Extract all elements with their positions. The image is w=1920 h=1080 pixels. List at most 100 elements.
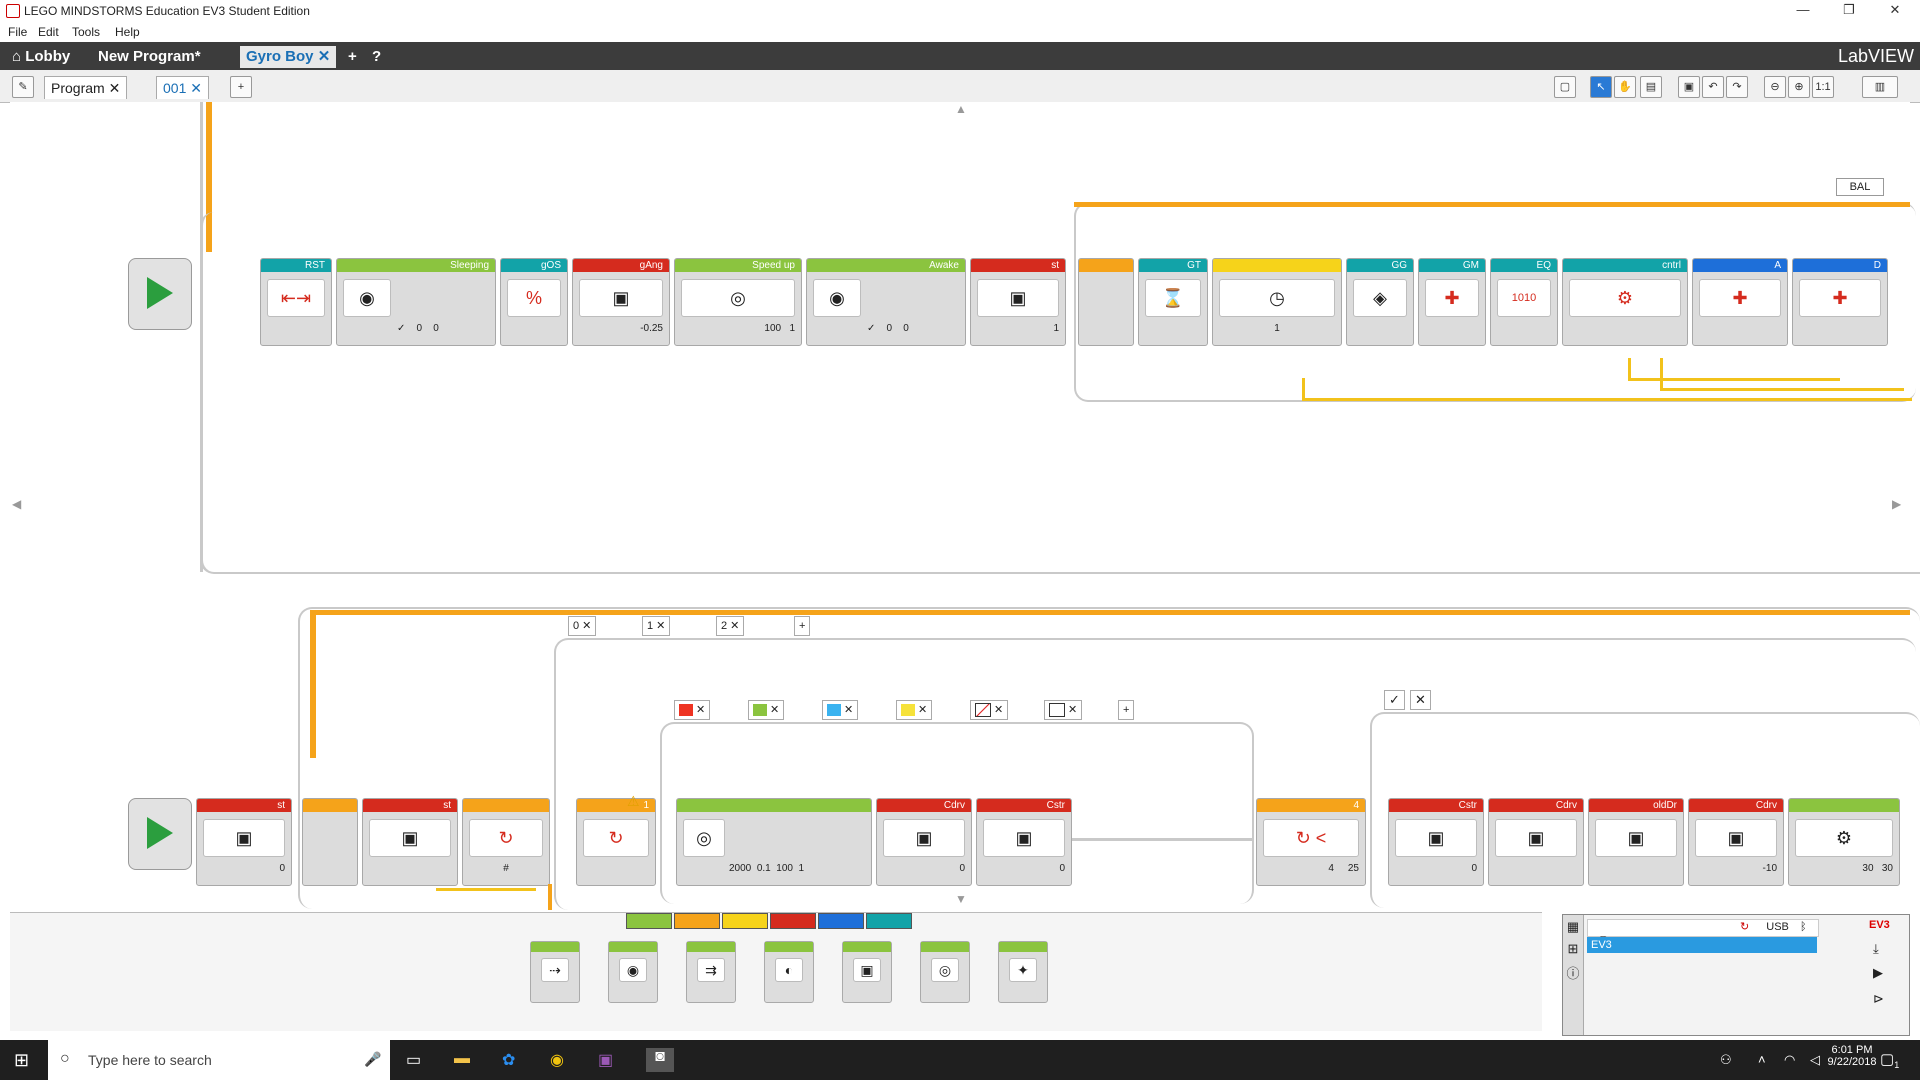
param-y[interactable]: 0 xyxy=(903,323,909,334)
color-case-red[interactable]: ✕ xyxy=(674,700,711,720)
block-cdrv[interactable]: Cdrv ▣ 0 xyxy=(876,798,972,886)
close-button[interactable]: ✕ xyxy=(1872,0,1918,22)
param-threshold[interactable]: 25 xyxy=(1348,863,1359,874)
app-icon[interactable]: ✿ xyxy=(502,1050,515,1070)
select-tool-icon[interactable]: ↖ xyxy=(1590,76,1612,98)
param-value[interactable]: -0.25 xyxy=(579,319,663,339)
param-timer-id[interactable]: 1 xyxy=(1219,319,1335,339)
block-st-write[interactable]: st ▣ 0 xyxy=(196,798,292,886)
available-bricks-icon[interactable]: ⓘ xyxy=(1563,963,1583,982)
color-case-yellow[interactable]: ✕ xyxy=(896,700,933,720)
scroll-left-arrow[interactable]: ◀ xyxy=(12,497,21,511)
color-case-green[interactable]: ✕ xyxy=(748,700,785,720)
block-gang[interactable]: gAng ▣ -0.25 xyxy=(572,258,670,346)
block-rst[interactable]: RST ⇤⇥ xyxy=(260,258,332,346)
download-run-icon[interactable]: ▶ xyxy=(1873,965,1883,981)
block-gt[interactable]: GT ⌛ xyxy=(1138,258,1208,346)
maximize-button[interactable]: ❐ xyxy=(1826,0,1872,22)
block-cdrv-2[interactable]: Cdrv ▣ xyxy=(1488,798,1584,886)
block-gos[interactable]: gOS % xyxy=(500,258,568,346)
zoom-out-icon[interactable]: ⊖ xyxy=(1764,76,1786,98)
param-number[interactable]: # xyxy=(469,859,543,879)
start-block[interactable] xyxy=(128,258,192,330)
tab-lobby[interactable]: ⌂ Lobby xyxy=(6,46,76,68)
taskbar-search[interactable]: ○ Type here to search 🎤 xyxy=(48,1040,390,1080)
block-speed-up-sound[interactable]: Speed up ◎ 100 1 xyxy=(674,258,802,346)
switch-false-tab[interactable]: ✕ xyxy=(1410,690,1431,710)
color-case-none[interactable]: ✕ xyxy=(970,700,1009,720)
case-tab-2[interactable]: 2 ✕ xyxy=(716,616,745,636)
usb-tab[interactable]: USB xyxy=(1766,921,1789,933)
block-sleeping-display[interactable]: Sleeping ◉ ✓ 0 0 xyxy=(336,258,496,346)
param-volume[interactable]: 100 xyxy=(764,323,781,334)
tab-program[interactable]: Program ✕ xyxy=(44,76,128,99)
zoom-reset-icon[interactable]: 1:1 xyxy=(1812,76,1834,98)
menu-help[interactable]: Help xyxy=(115,25,140,39)
content-editor-icon[interactable]: ▢ xyxy=(1554,76,1576,98)
param-frequency[interactable]: 2000 xyxy=(729,863,751,874)
param-value[interactable]: 0 xyxy=(203,859,285,879)
microphone-icon[interactable]: 🎤 xyxy=(364,1051,381,1068)
notification-icon[interactable]: ▢1 xyxy=(1880,1050,1899,1070)
redo-icon[interactable]: ↷ xyxy=(1726,76,1748,98)
param-value[interactable]: 0 xyxy=(883,859,965,879)
tab-gyro-boy[interactable]: Gyro Boy ✕ xyxy=(240,46,337,68)
menu-tools[interactable]: Tools xyxy=(72,25,100,39)
twitch-icon[interactable]: ▣ xyxy=(598,1050,613,1070)
block-st[interactable]: st ▣ 1 xyxy=(970,258,1066,346)
comment-tool-icon[interactable]: ▤ xyxy=(1640,76,1662,98)
search-input[interactable]: Type here to search xyxy=(88,1052,212,1068)
block-cstr-2[interactable]: Cstr ▣ 0 xyxy=(1388,798,1484,886)
download-icon[interactable]: ⤓ xyxy=(1873,941,1879,957)
param-play-type[interactable]: 1 xyxy=(799,863,805,874)
save-icon[interactable]: ▣ xyxy=(1678,76,1700,98)
add-project-button[interactable]: + xyxy=(342,46,363,68)
block-motor-a[interactable]: A ✚ xyxy=(1692,258,1788,346)
palette-block-medium-motor[interactable]: ◐ xyxy=(764,941,814,1003)
refresh-icon[interactable]: ↻ xyxy=(1740,921,1749,933)
block-gm[interactable]: GM ✚ xyxy=(1418,258,1486,346)
close-icon[interactable]: ✕ xyxy=(190,80,202,96)
close-icon[interactable]: ✕ xyxy=(109,80,121,96)
task-view-icon[interactable]: ▭ xyxy=(406,1050,421,1070)
param-clear[interactable]: ✓ xyxy=(867,323,875,334)
block-eq[interactable]: EQ 1010 xyxy=(1490,258,1558,346)
block-motor-d[interactable]: D ✚ xyxy=(1792,258,1888,346)
block-st-read[interactable]: st ▣ xyxy=(362,798,458,886)
people-icon[interactable]: ⚇ xyxy=(1720,1052,1732,1068)
param-value[interactable]: 0 xyxy=(983,859,1065,879)
robot-educator-icon[interactable]: ▥ xyxy=(1862,76,1898,98)
loop-name-label[interactable]: BAL xyxy=(1836,178,1884,196)
block-medium-motor[interactable]: ⚙ 30 30 xyxy=(1788,798,1900,886)
port-view-icon[interactable]: ⊞ xyxy=(1563,941,1583,957)
param-value[interactable]: -10 xyxy=(1695,859,1777,879)
help-icon[interactable]: ? xyxy=(366,46,387,68)
color-case-white[interactable]: ✕ xyxy=(1044,700,1083,720)
scroll-up-arrow[interactable]: ▲ xyxy=(955,102,967,116)
param-degrees[interactable]: 30 xyxy=(1882,863,1893,874)
chrome-icon[interactable]: ◉ xyxy=(550,1050,564,1070)
add-case-button[interactable]: + xyxy=(794,616,811,636)
windows-start-icon[interactable]: ⊞ xyxy=(14,1050,29,1071)
param-y[interactable]: 0 xyxy=(433,323,439,334)
bluetooth-icon[interactable]: ᛒ xyxy=(1800,921,1807,933)
param-x[interactable]: 0 xyxy=(887,323,893,334)
block-cdrv-3[interactable]: Cdrv ▣ -10 xyxy=(1688,798,1784,886)
param-compare-type[interactable]: 4 xyxy=(1328,863,1334,874)
color-case-blue[interactable]: ✕ xyxy=(822,700,859,720)
block-color-switch[interactable]: 1 ↻ ⚠ xyxy=(576,793,656,886)
block-olddr[interactable]: oldDr ▣ xyxy=(1588,798,1684,886)
palette-block-brick-status-light[interactable]: ✦ xyxy=(998,941,1048,1003)
tab-new-program[interactable]: New Program* xyxy=(92,46,207,68)
add-color-case-button[interactable]: + xyxy=(1118,700,1135,720)
wrench-icon[interactable]: ✎ xyxy=(12,76,34,98)
close-icon[interactable]: ✕ xyxy=(318,48,331,65)
param-value[interactable]: 0 xyxy=(1395,859,1477,879)
network-icon[interactable]: ◠ xyxy=(1784,1052,1795,1068)
palette-block-display[interactable]: ▣ xyxy=(842,941,892,1003)
tab-001[interactable]: 001 ✕ xyxy=(156,76,209,99)
ev3-app-icon[interactable]: ◙ xyxy=(646,1048,674,1072)
brick-list-row[interactable]: EV3 xyxy=(1587,937,1817,953)
programming-canvas[interactable]: ▲ ◀ ▶ ▼ RST ⇤⇥ Sleeping ◉ ✓ 0 0 gOS % gA… xyxy=(10,102,1920,912)
file-explorer-icon[interactable]: ▬ xyxy=(454,1050,470,1068)
